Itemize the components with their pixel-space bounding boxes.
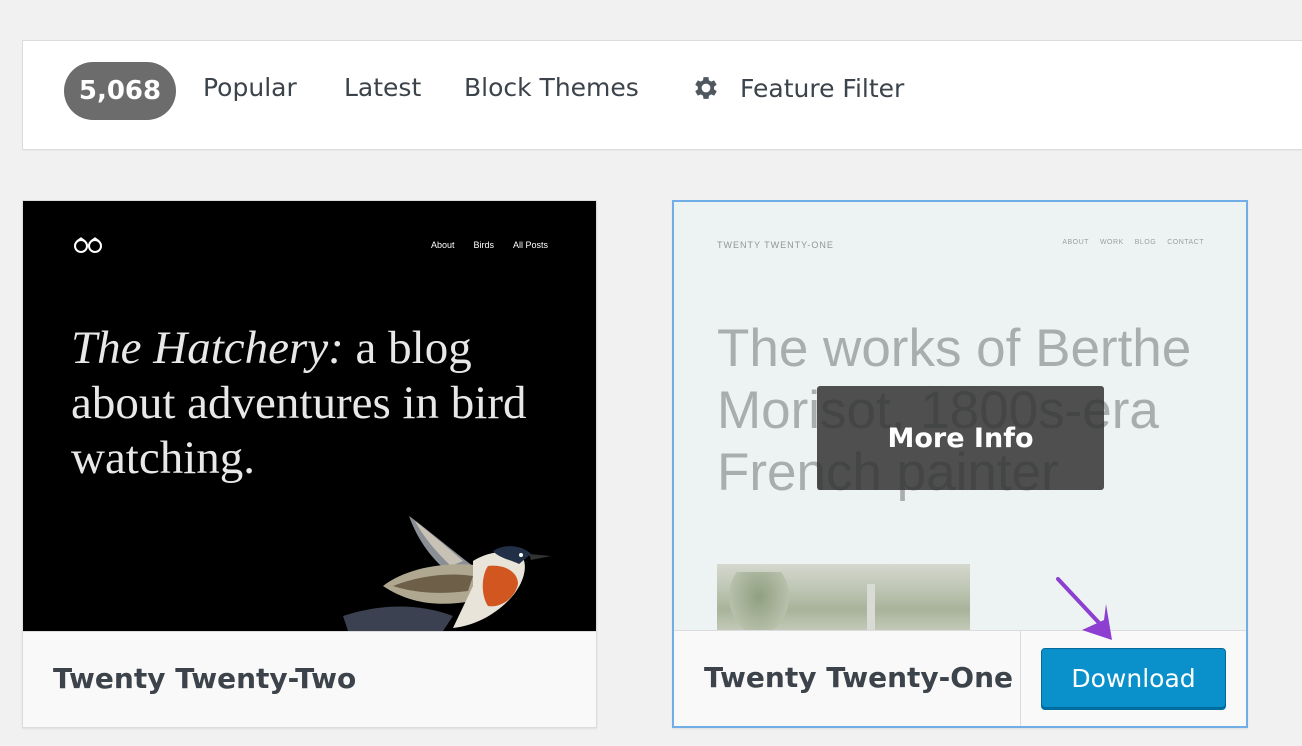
preview-painting-image bbox=[717, 564, 970, 631]
bird-illustration bbox=[343, 516, 551, 631]
filter-block-themes-link[interactable]: Block Themes bbox=[464, 73, 639, 102]
preview-nav: ABOUT WORK BLOG CONTACT bbox=[1062, 239, 1204, 246]
annotation-arrow-icon bbox=[1056, 577, 1112, 640]
filter-latest-link[interactable]: Latest bbox=[344, 73, 421, 102]
theme-filter-bar: 5,068 Popular Latest Block Themes Featur… bbox=[22, 40, 1302, 150]
theme-card-footer: Twenty Twenty-One Download bbox=[674, 630, 1246, 726]
preview-nav-item: About bbox=[430, 240, 455, 250]
preview-nav: About Birds All Posts bbox=[431, 240, 548, 250]
footer-divider bbox=[1020, 631, 1021, 726]
download-button[interactable]: Download bbox=[1041, 648, 1226, 708]
theme-name: Twenty Twenty-One bbox=[704, 661, 1013, 694]
preview-nav-item: Birds bbox=[473, 240, 494, 250]
preview-nav-item: ABOUT bbox=[1062, 239, 1089, 246]
feature-filter-button[interactable]: Feature Filter bbox=[691, 73, 904, 103]
binoculars-logo-icon bbox=[74, 237, 102, 253]
preview-nav-item: BLOG bbox=[1134, 239, 1157, 246]
filter-popular-link[interactable]: Popular bbox=[203, 73, 297, 102]
preview-heading: The Hatchery: a blog about adventures in… bbox=[71, 321, 541, 486]
theme-card-twenty-twenty-one[interactable]: TWENTY TWENTY-ONE ABOUT WORK BLOG CONTAC… bbox=[672, 200, 1248, 728]
gear-icon bbox=[695, 77, 717, 99]
preview-nav-item: All Posts bbox=[512, 240, 548, 250]
theme-screenshot[interactable]: TWENTY TWENTY-ONE ABOUT WORK BLOG CONTAC… bbox=[674, 202, 1246, 631]
preview-site-title: TWENTY TWENTY-ONE bbox=[717, 240, 834, 250]
theme-count-badge: 5,068 bbox=[64, 62, 176, 120]
feature-filter-label: Feature Filter bbox=[740, 73, 905, 103]
preview-nav-item: WORK bbox=[1099, 239, 1124, 246]
preview-nav-item: CONTACT bbox=[1167, 239, 1204, 246]
theme-name: Twenty Twenty-Two bbox=[53, 662, 357, 695]
theme-screenshot[interactable]: About Birds All Posts The Hatchery: a bl… bbox=[23, 201, 596, 631]
preview-heading-italic: The Hatchery: bbox=[71, 322, 344, 374]
theme-card-twenty-twenty-two[interactable]: About Birds All Posts The Hatchery: a bl… bbox=[22, 200, 597, 728]
more-info-button[interactable]: More Info bbox=[817, 386, 1104, 490]
theme-card-footer: Twenty Twenty-Two bbox=[23, 631, 596, 727]
